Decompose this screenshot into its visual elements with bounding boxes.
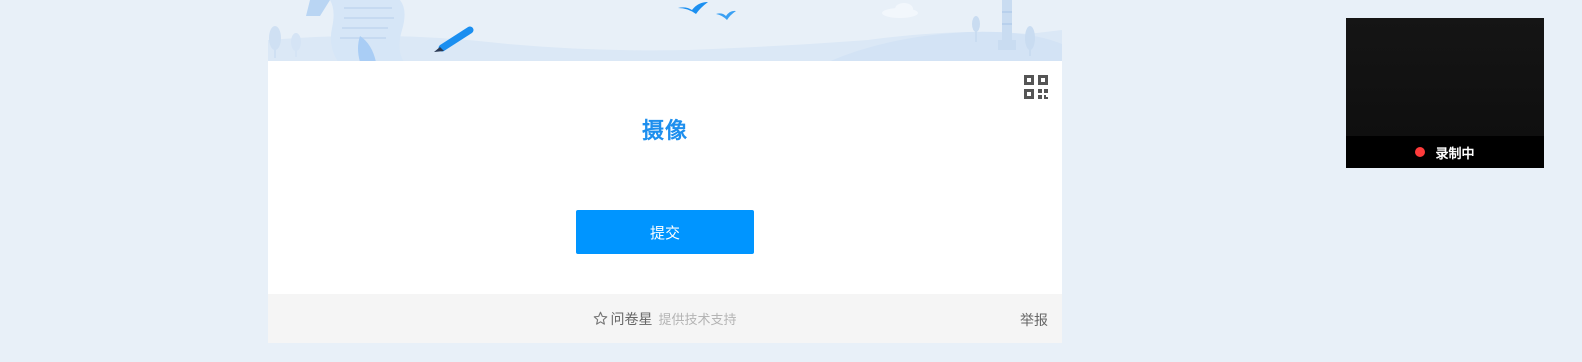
qr-code-button[interactable]	[1020, 71, 1052, 103]
survey-title: 摄像	[641, 119, 688, 144]
support-text: 提供技术支持	[658, 313, 737, 328]
report-link[interactable]: 举报	[1020, 310, 1048, 330]
qr-code-icon	[1024, 75, 1048, 99]
camera-recorder: 录制中	[1346, 18, 1544, 168]
header-illustration	[268, 0, 1062, 62]
footer: 问卷星 提供技术支持 举报	[268, 294, 1062, 343]
recording-status-bar: 录制中	[1346, 136, 1544, 168]
recording-status: 录制中	[1435, 146, 1475, 162]
submit-button[interactable]: 提交	[576, 210, 754, 254]
banner-art	[268, 0, 1062, 62]
powered-by: 问卷星 提供技术支持	[268, 309, 1062, 330]
star-outline-icon	[593, 311, 608, 330]
survey-card: 摄像 提交	[268, 61, 1062, 294]
brand-name[interactable]: 问卷星	[610, 312, 652, 328]
camera-preview	[1346, 18, 1544, 136]
recording-indicator-icon	[1415, 147, 1426, 157]
